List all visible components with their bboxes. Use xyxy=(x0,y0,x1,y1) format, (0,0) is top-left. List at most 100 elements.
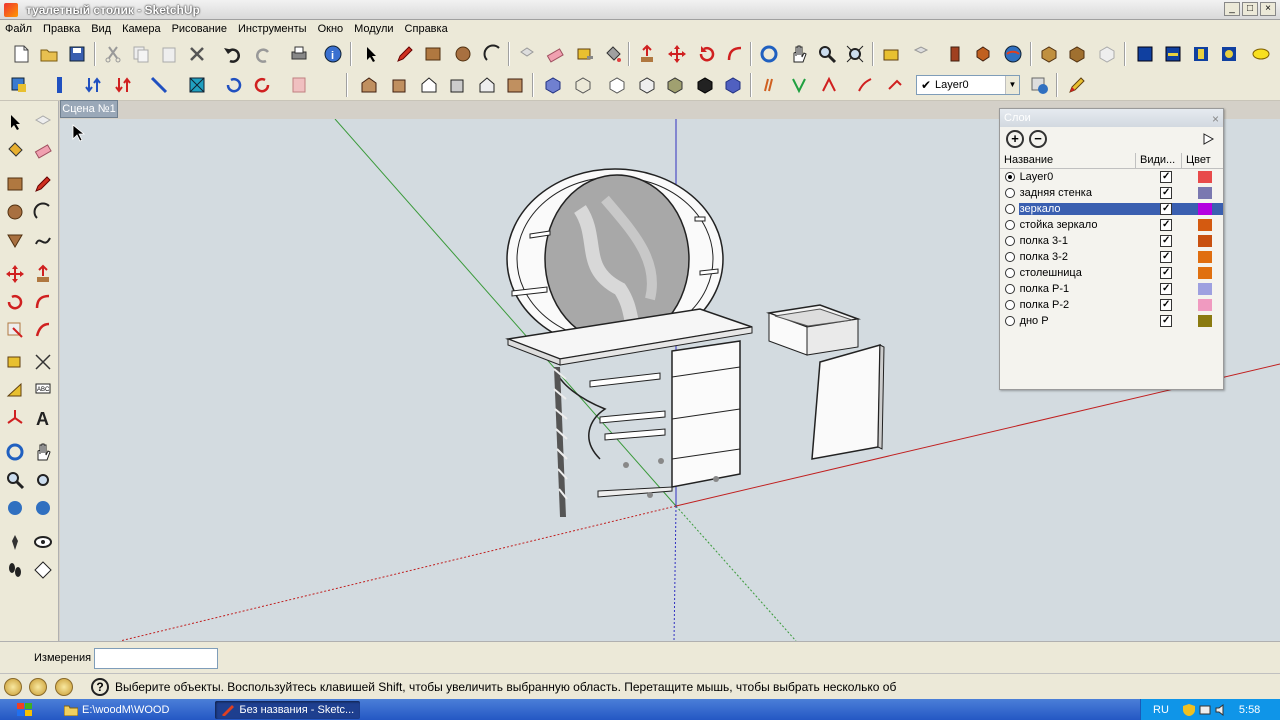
layer-row[interactable]: задняя стенка ✓ xyxy=(1000,185,1223,201)
layer-row[interactable]: полка 3-1 ✓ xyxy=(1000,233,1223,249)
layer-color-swatch[interactable] xyxy=(1198,171,1212,183)
push-pull-icon[interactable] xyxy=(634,41,660,67)
menu-window[interactable]: Окно xyxy=(313,23,350,35)
layer-visible-checkbox[interactable]: ✓ xyxy=(1160,187,1173,199)
scene-tab[interactable]: Сцена №1 xyxy=(60,100,118,118)
rectangle-icon[interactable] xyxy=(420,41,446,67)
layer-visible-checkbox[interactable]: ✓ xyxy=(1160,267,1173,279)
taskbar-sketchup-item[interactable]: Без названия - Sketc... xyxy=(215,700,361,719)
copy-icon[interactable] xyxy=(128,41,154,67)
share-model-icon[interactable] xyxy=(908,41,934,67)
layer-row[interactable]: Layer0 ✓ xyxy=(1000,169,1223,185)
select-arrow-icon[interactable] xyxy=(358,41,384,67)
house-view-icon[interactable] xyxy=(416,72,442,98)
google-earth-icon[interactable] xyxy=(1000,41,1026,67)
move-icon[interactable] xyxy=(664,41,690,67)
zoom-extents-icon[interactable] xyxy=(842,41,868,67)
measurements-input[interactable] xyxy=(94,648,218,669)
model-info-icon[interactable]: i xyxy=(320,41,346,67)
active-layer-radio[interactable] xyxy=(1005,204,1015,214)
orbit-icon[interactable] xyxy=(2,439,28,465)
layer-visible-checkbox[interactable]: ✓ xyxy=(1160,283,1173,295)
textured-style-icon[interactable] xyxy=(662,72,688,98)
cut-icon[interactable] xyxy=(100,41,126,67)
hidden-line-style-icon[interactable] xyxy=(604,72,630,98)
mirror-icon[interactable] xyxy=(184,72,210,98)
layer-visible-checkbox[interactable]: ✓ xyxy=(1160,219,1173,231)
active-layer-radio[interactable] xyxy=(1005,300,1015,310)
position-camera-icon[interactable] xyxy=(2,529,28,555)
blue-axis-icon[interactable] xyxy=(46,72,72,98)
component-icon[interactable] xyxy=(970,41,996,67)
color-style-icon[interactable] xyxy=(720,72,746,98)
look-around-icon[interactable] xyxy=(882,72,908,98)
layer-name[interactable]: полка Р-2 xyxy=(1019,299,1146,311)
paint-bucket-icon[interactable] xyxy=(2,137,28,163)
orbit-icon[interactable] xyxy=(756,41,782,67)
walk-footprints-icon[interactable] xyxy=(2,557,28,583)
layer-name[interactable]: задняя стенка xyxy=(1019,187,1146,199)
section-plane-icon[interactable] xyxy=(30,557,56,583)
open-folder-icon[interactable] xyxy=(36,41,62,67)
layer-name[interactable]: полка Р-1 xyxy=(1019,283,1146,295)
new-file-icon[interactable] xyxy=(8,41,34,67)
arc-icon[interactable] xyxy=(30,199,56,225)
rotate-icon[interactable] xyxy=(694,41,720,67)
menu-camera[interactable]: Камера xyxy=(117,23,166,35)
photo-textures-icon[interactable] xyxy=(942,41,968,67)
grid-panel-icon[interactable] xyxy=(1160,41,1186,67)
credits-icon[interactable] xyxy=(29,678,47,696)
layer-color-swatch[interactable] xyxy=(1198,187,1212,199)
chevron-down-icon[interactable]: ▼ xyxy=(1005,76,1019,94)
paste-icon[interactable] xyxy=(156,41,182,67)
column-visible-header[interactable]: Види... xyxy=(1136,153,1182,168)
active-layer-radio[interactable] xyxy=(1005,252,1015,262)
box-outline-icon[interactable] xyxy=(1094,41,1120,67)
circle-icon[interactable] xyxy=(2,199,28,225)
pencil-icon[interactable] xyxy=(30,171,56,197)
zoom-icon[interactable] xyxy=(2,467,28,493)
active-layer-radio[interactable] xyxy=(1005,316,1015,326)
layer-visible-checkbox[interactable]: ✓ xyxy=(1160,315,1173,327)
active-layer-radio[interactable] xyxy=(1005,172,1015,182)
north-icon[interactable] xyxy=(816,72,842,98)
save-icon[interactable] xyxy=(64,41,90,67)
rectangle-icon[interactable] xyxy=(2,171,28,197)
delete-layer-button[interactable]: − xyxy=(1029,130,1047,148)
language-indicator[interactable]: RU xyxy=(1153,704,1169,716)
layer-dropdown[interactable]: ✔ Layer0 ▼ xyxy=(916,75,1020,95)
follow-me-icon[interactable] xyxy=(30,289,56,315)
undo-icon[interactable] xyxy=(220,41,246,67)
layer-row[interactable]: столешница ✓ xyxy=(1000,265,1223,281)
front-view-icon[interactable] xyxy=(386,72,412,98)
menu-file[interactable]: Файл xyxy=(0,23,38,35)
shaded-style-icon[interactable] xyxy=(634,72,660,98)
layer-color-swatch[interactable] xyxy=(1198,315,1212,327)
maximize-button[interactable]: □ xyxy=(1242,2,1258,16)
circle-icon[interactable] xyxy=(450,41,476,67)
help-icon[interactable]: ? xyxy=(91,678,109,696)
left-view-icon[interactable] xyxy=(502,72,528,98)
layer-color-swatch[interactable] xyxy=(1198,283,1212,295)
layer-name[interactable]: полка 3-2 xyxy=(1019,251,1146,263)
layer-color-swatch[interactable] xyxy=(1198,219,1212,231)
redo-icon[interactable] xyxy=(250,41,276,67)
polygon-icon[interactable] xyxy=(2,227,28,253)
follow-me-icon[interactable] xyxy=(722,41,748,67)
section-plane-icon[interactable] xyxy=(758,72,784,98)
layers-panel-titlebar[interactable]: Слои × xyxy=(1000,109,1223,127)
layer-name[interactable]: зеркало xyxy=(1018,203,1146,215)
layer-name[interactable]: полка 3-1 xyxy=(1019,235,1146,247)
layer-color-swatch[interactable] xyxy=(1198,251,1212,263)
layer-visible-checkbox[interactable]: ✓ xyxy=(1160,203,1173,215)
xray-style-icon[interactable] xyxy=(540,72,566,98)
pencil-icon[interactable] xyxy=(392,41,418,67)
push-pull-icon[interactable] xyxy=(30,261,56,287)
layer-row[interactable]: полка 3-2 ✓ xyxy=(1000,249,1223,265)
layer-name[interactable]: Layer0 xyxy=(1019,171,1146,183)
details-arrow-icon[interactable] xyxy=(1201,130,1217,148)
menu-help[interactable]: Справка xyxy=(400,23,454,35)
monochrome-style-icon[interactable] xyxy=(692,72,718,98)
dimension-icon[interactable] xyxy=(30,349,56,375)
close-icon[interactable]: × xyxy=(1212,110,1219,128)
